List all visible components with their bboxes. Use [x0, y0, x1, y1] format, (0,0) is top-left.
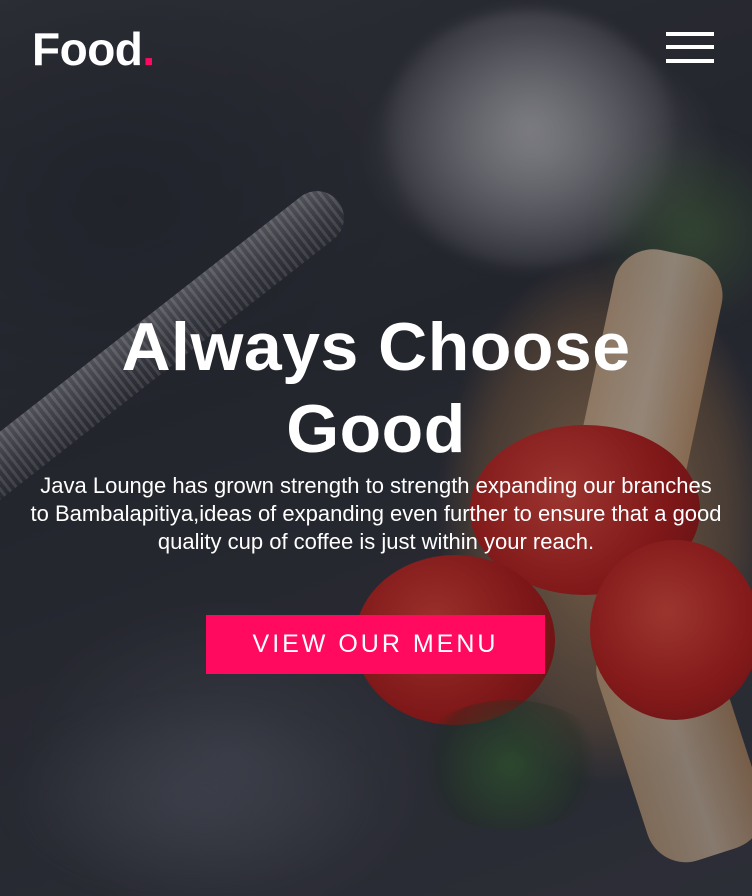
hero-description: Java Lounge has grown strength to streng…: [30, 473, 722, 554]
site-logo[interactable]: Food.: [32, 22, 155, 76]
hamburger-menu-icon[interactable]: [666, 32, 714, 64]
hero-headline: Always Choose Good: [121, 309, 631, 467]
view-menu-button[interactable]: VIEW OUR MENU: [206, 615, 545, 674]
logo-text: Food: [32, 23, 143, 75]
logo-dot: .: [142, 23, 155, 75]
